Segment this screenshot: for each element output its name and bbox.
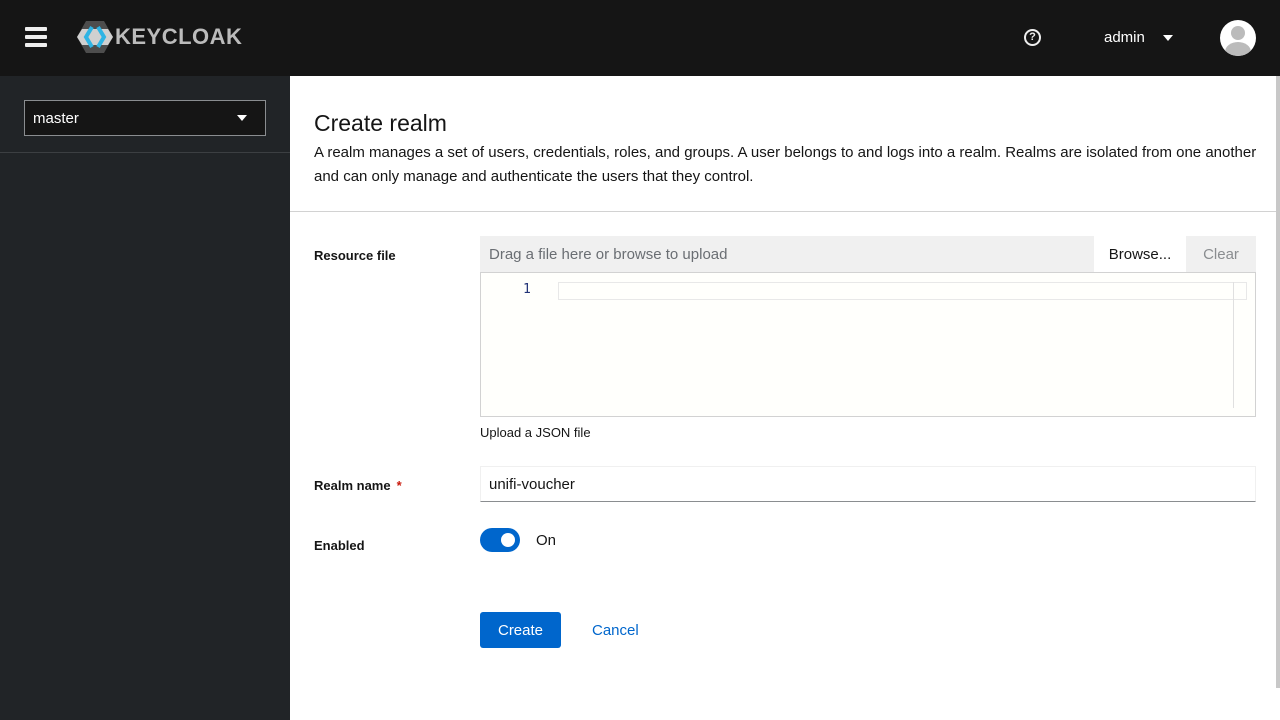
upload-placeholder: Drag a file here or browse to upload — [489, 245, 728, 263]
realm-name-label: Realm name * — [314, 478, 402, 493]
create-button[interactable]: Create — [480, 612, 561, 648]
resource-file-label: Resource file — [314, 248, 396, 263]
sidebar: master — [0, 76, 290, 720]
username: admin — [1104, 29, 1145, 46]
caret-down-icon — [1162, 34, 1173, 41]
keycloak-logo[interactable]: KEYCLOAK — [77, 20, 242, 54]
line-number: 1 — [523, 282, 531, 297]
realm-selector[interactable]: master — [24, 100, 266, 136]
enabled-state: On — [536, 532, 557, 549]
realm-name-input[interactable] — [480, 466, 1256, 502]
upload-helper-text: Upload a JSON file — [480, 425, 591, 440]
sidebar-divider — [0, 152, 290, 153]
browse-button[interactable]: Browse... — [1094, 236, 1186, 272]
editor-ruler — [1233, 282, 1234, 408]
user-dropdown[interactable]: admin — [1104, 29, 1173, 46]
enabled-label: Enabled — [314, 538, 365, 553]
brand-name: KEYCLOAK — [115, 24, 243, 49]
page-title: Create realm — [314, 110, 447, 136]
file-upload[interactable]: Drag a file here or browse to upload Bro… — [480, 236, 1256, 272]
realm-selector-value: master — [33, 110, 79, 127]
enabled-toggle[interactable] — [480, 528, 520, 552]
required-mark: * — [396, 478, 402, 493]
caret-down-icon — [237, 115, 247, 121]
cancel-button[interactable]: Cancel — [580, 612, 651, 648]
page-description: A realm manages a set of users, credenti… — [314, 144, 1257, 185]
keycloak-hexagon-icon — [77, 21, 113, 53]
editor-active-line — [558, 282, 1247, 300]
main-content: Create realm A realm manages a set of us… — [290, 76, 1276, 720]
help-icon[interactable]: ? — [1024, 29, 1041, 46]
hamburger-menu-icon[interactable] — [25, 27, 47, 47]
masthead: KEYCLOAK ? admin — [0, 0, 1280, 76]
page-scrollbar[interactable] — [1276, 76, 1280, 688]
realm-name-label-text: Realm name — [314, 478, 391, 493]
json-editor[interactable]: 1 — [480, 272, 1256, 417]
clear-button[interactable]: Clear — [1186, 236, 1256, 272]
avatar[interactable] — [1220, 20, 1256, 56]
section-divider — [290, 211, 1276, 212]
